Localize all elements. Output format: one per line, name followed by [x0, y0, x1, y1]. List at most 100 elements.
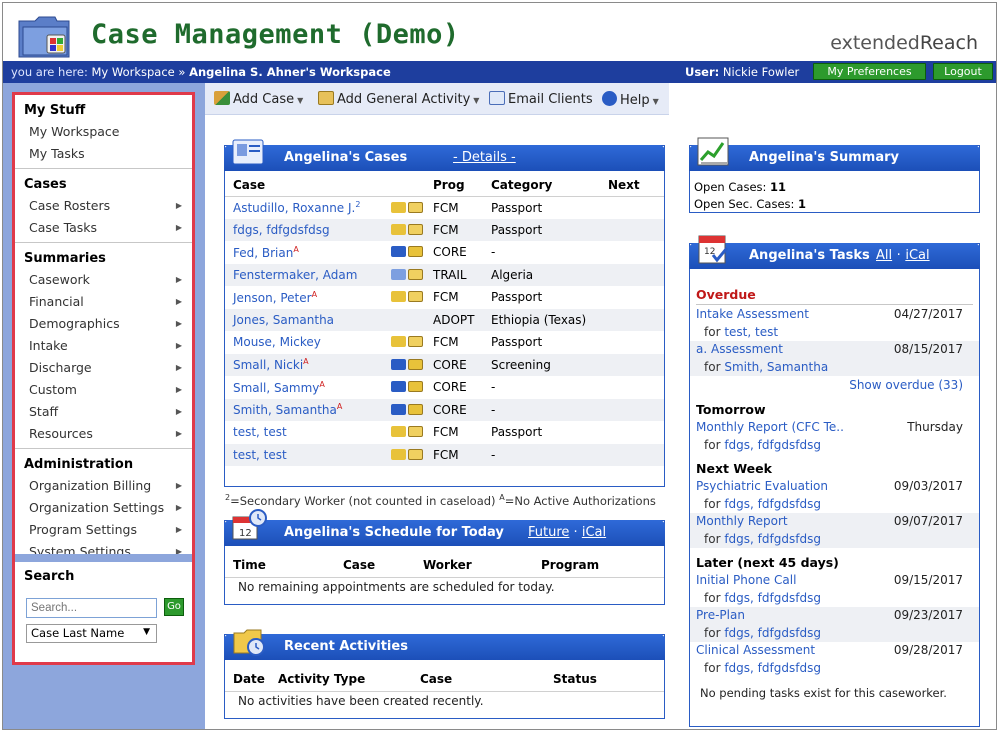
- task-name-link[interactable]: Intake Assessment: [696, 307, 809, 321]
- add-case-menu[interactable]: Add Case ▼: [214, 91, 303, 107]
- tasks-ical-link[interactable]: iCal: [905, 248, 929, 263]
- task-case-link[interactable]: fdgs, fdfgdsfdsg: [724, 626, 821, 640]
- search-type-select[interactable]: Case Last Name ▼: [26, 624, 157, 643]
- case-row: Fenstermaker, Adam TRAIL Algeria: [225, 263, 664, 286]
- case-name-link[interactable]: Smith, Samantha: [233, 403, 337, 417]
- sidebar-item-organization-billing[interactable]: Organization Billing ▶: [15, 475, 192, 497]
- case-category-cell: -: [491, 380, 496, 395]
- task-name-link[interactable]: Initial Phone Call: [696, 573, 796, 587]
- case-name-link[interactable]: Small, Nicki: [233, 358, 303, 372]
- sidebar-item-financial[interactable]: Financial ▶: [15, 291, 192, 313]
- case-category-cell: -: [483, 443, 600, 466]
- col-worker: Worker: [415, 554, 533, 578]
- case-type-icon: [391, 291, 406, 303]
- schedule-ical-link[interactable]: iCal: [582, 525, 606, 540]
- case-name-link[interactable]: fdgs, fdfgdsfdsg: [233, 223, 330, 237]
- case-name-link[interactable]: Jones, Samantha: [233, 313, 334, 327]
- sidebar-item-resources[interactable]: Resources ▶: [15, 423, 192, 445]
- sidebar-item-demographics[interactable]: Demographics ▶: [15, 313, 192, 335]
- case-prog-cell: CORE: [425, 353, 483, 376]
- task-name-link[interactable]: a. Assessment: [696, 342, 783, 356]
- case-name-link[interactable]: Astudillo, Roxanne J.: [233, 201, 355, 215]
- case-name-link[interactable]: test, test: [233, 448, 287, 462]
- sidebar-item-staff[interactable]: Staff ▶: [15, 401, 192, 423]
- sidebar-item-program-settings[interactable]: Program Settings ▶: [15, 519, 192, 541]
- task-name-link[interactable]: Psychiatric Evaluation: [696, 479, 828, 493]
- sidebar-item-case-tasks[interactable]: Case Tasks ▶: [15, 217, 192, 239]
- case-name-cell: Fed, BrianA: [225, 241, 377, 264]
- details-link[interactable]: - Details -: [453, 145, 516, 171]
- sidebar-item-discharge[interactable]: Discharge ▶: [15, 357, 192, 379]
- task-date: Thursday: [907, 420, 963, 434]
- add-case-label: Add Case: [233, 92, 295, 107]
- task-case-link[interactable]: fdgs, fdfgdsfdsg: [724, 532, 821, 546]
- task-case-link[interactable]: fdgs, fdfgdsfdsg: [724, 591, 821, 605]
- task-item: Initial Phone Call 09/15/2017 for fdgs, f…: [690, 572, 979, 607]
- go-button[interactable]: Go: [164, 598, 184, 616]
- task-row: Clinical Assessment 09/28/2017: [690, 642, 979, 660]
- sidebar-item-my-tasks[interactable]: My Tasks: [15, 143, 192, 165]
- case-next-cell: [600, 398, 664, 421]
- task-case-link[interactable]: Smith, Samantha: [724, 360, 828, 374]
- task-name-link[interactable]: Pre-Plan: [696, 608, 745, 622]
- show-overdue-link[interactable]: Show overdue (33): [849, 378, 963, 392]
- case-name-link[interactable]: Small, Sammy: [233, 381, 319, 395]
- cases-panel: Angelina's Cases - Details - Case Prog C…: [224, 139, 665, 487]
- all-tasks-link[interactable]: All: [876, 248, 892, 263]
- case-next-cell: [600, 196, 664, 219]
- sidebar-item-label: Custom: [29, 382, 77, 397]
- add-general-activity-menu[interactable]: Add General Activity ▼: [318, 91, 479, 107]
- case-row: Smith, SamanthaA CORE -: [225, 398, 664, 421]
- case-name-link[interactable]: Mouse, Mickey: [233, 335, 321, 349]
- task-name-link[interactable]: Monthly Report (CFC Te..: [696, 420, 844, 434]
- dropdown-arrow-icon: ▼: [143, 627, 150, 637]
- sidebar-item-case-rosters[interactable]: Case Rosters ▶: [15, 195, 192, 217]
- task-for-row: for fdgs, fdfgdsfdsg: [690, 531, 979, 549]
- link-separator: ·: [896, 248, 901, 263]
- search-input[interactable]: [26, 598, 157, 618]
- case-name-link[interactable]: Jenson, Peter: [233, 291, 312, 305]
- sidebar-item-custom[interactable]: Custom ▶: [15, 379, 192, 401]
- link-separator: ·: [573, 525, 578, 540]
- task-case-link[interactable]: test, test: [724, 325, 778, 339]
- task-for-row: for fdgs, fdfgdsfdsg: [690, 496, 979, 514]
- summary-panel-header: Angelina's Summary: [689, 145, 980, 171]
- case-folder-icon: [408, 336, 423, 348]
- activities-panel-title: Recent Activities: [284, 639, 408, 654]
- task-for-row: for fdgs, fdfgdsfdsg: [690, 625, 979, 643]
- task-for-row: for fdgs, fdfgdsfdsg: [690, 590, 979, 608]
- chevron-right-icon: ▶: [175, 503, 182, 512]
- user-info: User: Nickie Fowler: [685, 65, 799, 79]
- sidebar-section-title: Administration: [24, 457, 134, 472]
- sidebar-sections: My Stuff My Workspace My Tasks Cases Case Ro…: [15, 95, 192, 563]
- case-type-icon: [391, 223, 406, 235]
- help-menu[interactable]: Help ▼: [602, 91, 659, 108]
- case-name-link[interactable]: Fed, Brian: [233, 246, 293, 260]
- logout-button[interactable]: Logout: [933, 63, 993, 80]
- task-case-link[interactable]: fdgs, fdfgdsfdsg: [724, 497, 821, 511]
- task-for-row: for fdgs, fdfgdsfdsg: [690, 437, 979, 455]
- search-type-value: Case Last Name: [31, 626, 125, 640]
- sidebar-item-my-workspace[interactable]: My Workspace: [15, 121, 192, 143]
- task-case-link[interactable]: fdgs, fdfgdsfdsg: [724, 438, 821, 452]
- case-name-link[interactable]: test, test: [233, 425, 287, 439]
- task-name-link[interactable]: Monthly Report: [696, 514, 788, 528]
- sidebar-item-organization-settings[interactable]: Organization Settings ▶: [15, 497, 192, 519]
- task-name-link[interactable]: Clinical Assessment: [696, 643, 815, 657]
- sidebar-item-casework[interactable]: Casework ▶: [15, 269, 192, 291]
- task-row: Initial Phone Call 09/15/2017: [690, 572, 979, 590]
- breadcrumb-current: Angelina S. Ahner's Workspace: [189, 65, 391, 79]
- task-case-link[interactable]: fdgs, fdfgdsfdsg: [724, 661, 821, 675]
- task-for-row: for fdgs, fdfgdsfdsg: [690, 660, 979, 678]
- sidebar-item-label: Discharge: [29, 360, 92, 375]
- cases-panel-header: Angelina's Cases - Details -: [224, 145, 665, 171]
- future-link[interactable]: Future: [528, 525, 569, 540]
- sidebar-item-intake[interactable]: Intake ▶: [15, 335, 192, 357]
- breadcrumb-my-workspace[interactable]: My Workspace: [91, 65, 174, 79]
- my-preferences-button[interactable]: My Preferences: [813, 63, 926, 80]
- case-prog-cell: FCM: [433, 200, 459, 215]
- email-clients-button[interactable]: Email Clients: [489, 91, 593, 107]
- case-icons-cell: [377, 443, 425, 466]
- col-icons: [377, 174, 425, 197]
- case-name-link[interactable]: Fenstermaker, Adam: [233, 268, 357, 282]
